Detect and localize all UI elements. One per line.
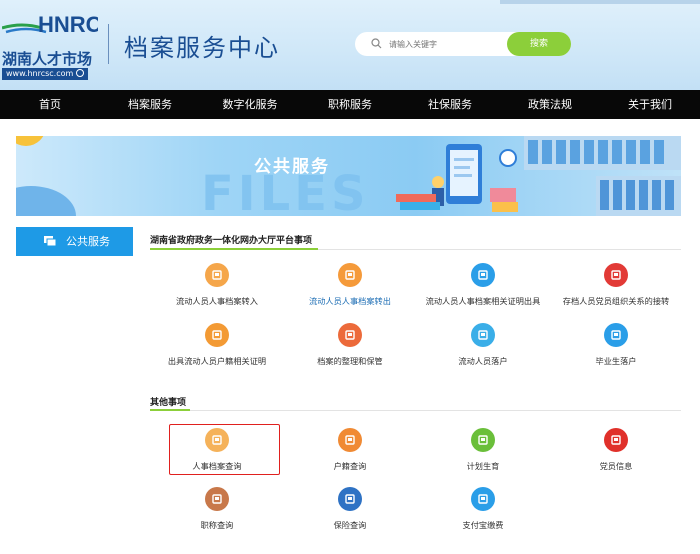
section-divider-accent [150, 409, 190, 411]
section-divider-accent [150, 248, 318, 250]
family-icon [471, 428, 495, 452]
logo-chinese-name: 湖南人才市场 [2, 50, 93, 68]
service-item-label: 职称查询 [200, 520, 234, 530]
archive-in-icon [205, 263, 229, 287]
service-item-label: 出具流动人员户籍相关证明 [167, 356, 267, 366]
nav-item-home[interactable]: 首页 [0, 90, 100, 119]
service-item-label: 支付宝缴费 [462, 520, 504, 530]
nav-item-title-service[interactable]: 职称服务 [300, 90, 400, 119]
party-icon [604, 263, 628, 287]
service-item-label: 保险查询 [333, 520, 367, 530]
party-icon [604, 428, 628, 452]
banner-leaf-shape [16, 186, 76, 216]
section-divider [150, 409, 681, 411]
person-card-icon [205, 487, 229, 511]
shield-person-icon [338, 487, 362, 511]
section-divider [150, 248, 681, 250]
service-item[interactable]: 保险查询 [280, 487, 420, 531]
banner-title: 公共服务 [254, 157, 330, 177]
nav-item-digital-service[interactable]: 数字化服务 [200, 90, 300, 119]
sidebar-item-label: 公共服务 [66, 235, 110, 248]
service-item[interactable]: 出具流动人员户籍相关证明 [147, 323, 287, 367]
award-icon [471, 263, 495, 287]
site-title: 档案服务中心 [124, 34, 280, 62]
service-item-label: 存档人员党员组织关系的接转 [562, 296, 670, 306]
screen-icon [44, 236, 56, 247]
service-item[interactable]: 流动人员人事档案转出 [280, 263, 420, 307]
search-icon [371, 38, 382, 49]
service-item[interactable]: 毕业生落户 [546, 323, 686, 367]
service-item-label: 流动人员人事档案转出 [309, 296, 391, 306]
search-box: 搜索 [355, 32, 571, 56]
service-item[interactable]: 户籍查询 [280, 428, 420, 472]
service-item-label: 户籍查询 [333, 461, 367, 471]
service-item-label: 档案的整理和保管 [317, 356, 383, 366]
service-item[interactable]: 流动人员人事档案相关证明出具 [413, 263, 553, 307]
sidebar-item-public-service[interactable]: 公共服务 [16, 227, 133, 256]
search-mini-icon [76, 69, 85, 77]
service-item[interactable]: 存档人员党员组织关系的接转 [546, 263, 686, 307]
service-item-label: 计划生育 [466, 461, 500, 471]
service-item-label: 党员信息 [599, 461, 633, 471]
nav-item-social-security[interactable]: 社保服务 [400, 90, 500, 119]
service-item[interactable]: 计划生育 [413, 428, 553, 472]
search-button[interactable]: 搜索 [507, 32, 571, 56]
service-item[interactable]: 流动人员落户 [413, 323, 553, 367]
person-check-icon [471, 323, 495, 347]
banner: FILES 公共服务 [16, 136, 681, 216]
banner-illustration [396, 136, 681, 216]
graduate-icon [604, 323, 628, 347]
service-item-label: 流动人员人事档案相关证明出具 [425, 296, 541, 306]
service-item[interactable]: 档案的整理和保管 [280, 323, 420, 367]
id-card-icon [338, 428, 362, 452]
header-top-strip [500, 0, 700, 4]
header-divider [108, 24, 109, 64]
service-item[interactable]: 党员信息 [546, 428, 686, 472]
site-logo[interactable]: HNRC 湖南人才市场 www.hnrcsc.com [0, 10, 100, 80]
highlight-box [169, 424, 280, 475]
banner-sun-shape [16, 136, 46, 146]
section-title-gov-platform: 湖南省政府政务一体化网办大厅平台事项 [150, 236, 313, 246]
service-item-label: 毕业生落户 [595, 356, 637, 366]
search-input[interactable] [389, 35, 507, 53]
id-card-icon [205, 323, 229, 347]
hnrc-logo-mark: HNRC [2, 12, 98, 37]
site-header: HNRC 湖南人才市场 www.hnrcsc.com 档案服务中心 搜索 [0, 0, 700, 90]
alipay-icon [471, 487, 495, 511]
service-item-label: 流动人员落户 [458, 356, 508, 366]
section-title-other: 其他事项 [150, 398, 187, 408]
logo-url: www.hnrcsc.com [2, 68, 89, 80]
service-item[interactable]: 职称查询 [147, 487, 287, 531]
service-item[interactable]: 支付宝缴费 [413, 487, 553, 531]
main-nav: 首页 档案服务 数字化服务 职称服务 社保服务 政策法规 关于我们 [0, 90, 700, 119]
nav-item-archive-service[interactable]: 档案服务 [100, 90, 200, 119]
service-item[interactable]: 流动人员人事档案转入 [147, 263, 287, 307]
archive-out-icon [338, 263, 362, 287]
image-icon [338, 323, 362, 347]
nav-item-about[interactable]: 关于我们 [600, 90, 700, 119]
svg-text:HNRC: HNRC [38, 12, 98, 37]
nav-item-policy[interactable]: 政策法规 [500, 90, 600, 119]
service-item-label: 流动人员人事档案转入 [176, 296, 258, 306]
